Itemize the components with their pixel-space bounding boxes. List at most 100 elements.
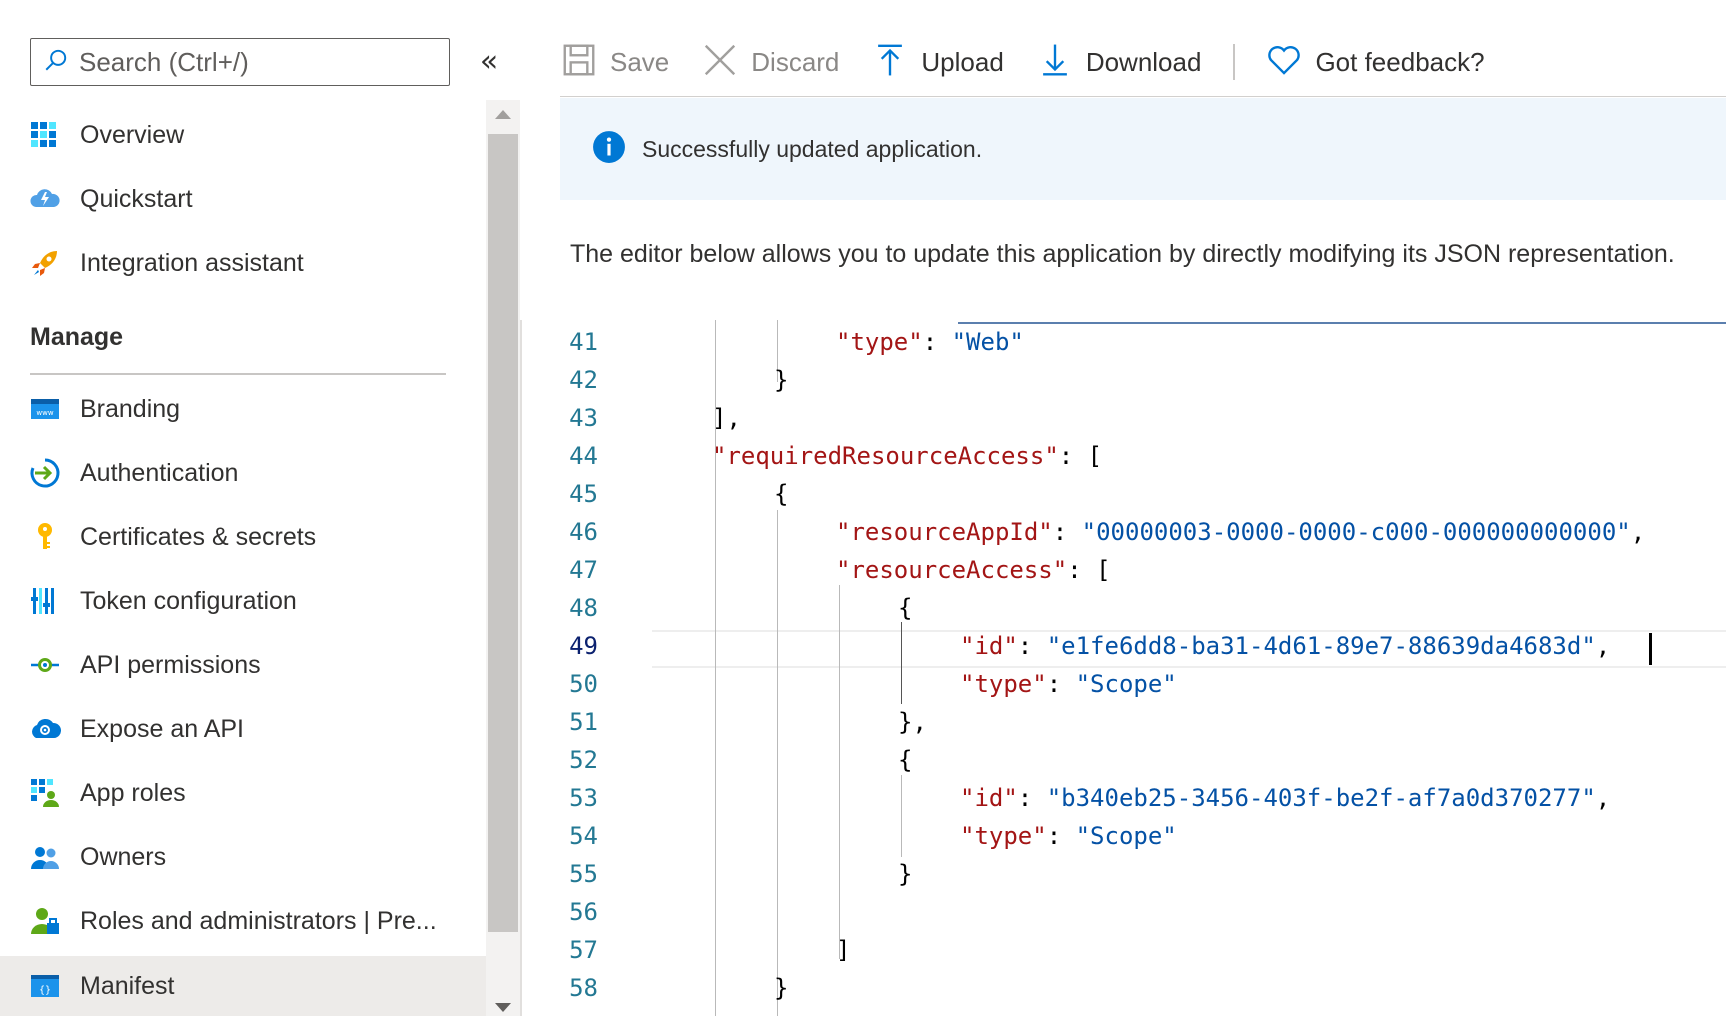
manifest-json-editor[interactable]	[520, 320, 1726, 1016]
discard-button[interactable]: Discard	[701, 41, 839, 84]
sidebar-item-label: Authentication	[80, 458, 239, 487]
feedback-button[interactable]: Got feedback?	[1265, 41, 1485, 84]
sidebar-item-api-permissions[interactable]: API permissions	[0, 636, 486, 694]
search-box[interactable]	[30, 38, 450, 86]
toolbar-divider	[560, 96, 1726, 97]
sidebar-item-label: Integration assistant	[80, 248, 304, 277]
code-line: ]	[836, 936, 851, 964]
json-key: "type"	[960, 822, 1047, 850]
manifest-braces-icon: {}	[28, 969, 62, 1003]
sidebar-item-expose-api[interactable]: Expose an API	[0, 700, 486, 758]
sidebar-scrollbar[interactable]	[486, 100, 520, 1016]
code-line: {	[898, 594, 913, 622]
upload-label: Upload	[921, 46, 1004, 77]
sidebar-item-token-configuration[interactable]: Token configuration	[0, 572, 486, 630]
code-line: {	[898, 746, 913, 774]
json-key: "resourceAccess"	[836, 556, 1068, 584]
line-number: 46	[569, 518, 598, 546]
branding-www-icon: www	[28, 392, 62, 426]
line-number: 44	[569, 442, 598, 470]
line-number: 57	[569, 936, 598, 964]
line-number: 43	[569, 404, 598, 432]
quickstart-cloud-icon	[28, 182, 62, 216]
code-line: }	[774, 366, 789, 394]
svg-text:www: www	[36, 409, 53, 417]
json-string: "e1fe6dd8-ba31-4d61-89e7-88639da4683d"	[1046, 632, 1596, 660]
save-button[interactable]: Save	[560, 41, 669, 84]
upload-icon	[871, 41, 909, 84]
sidebar-item-label: Manifest	[80, 971, 175, 1000]
json-string: "Scope"	[1075, 822, 1177, 850]
sidebar-item-label: Overview	[80, 120, 185, 149]
search-input[interactable]	[79, 46, 439, 78]
sidebar-item-quickstart[interactable]: Quickstart	[0, 170, 486, 228]
sidebar-item-certificates-secrets[interactable]: Certificates & secrets	[0, 508, 486, 566]
svg-text:{}: {}	[39, 985, 51, 996]
sidebar-item-owners[interactable]: Owners	[0, 828, 486, 886]
roles-admin-icon	[28, 904, 62, 938]
json-key: "resourceAppId"	[836, 518, 1053, 546]
code-line: "resourceAccess": [	[836, 556, 1111, 584]
sidebar-item-integration-assistant[interactable]: Integration assistant	[0, 234, 486, 292]
editor-description: The editor below allows you to update th…	[570, 240, 1675, 268]
code-line: "type": "Web"	[836, 328, 1024, 356]
code-line: }	[898, 860, 913, 888]
expose-api-cloud-icon	[28, 712, 62, 746]
command-bar: Save Discard Upload Download Got feedbac…	[560, 30, 1517, 94]
upload-button[interactable]: Upload	[871, 41, 1004, 84]
indent-guide	[901, 775, 902, 857]
json-string: "Scope"	[1075, 670, 1177, 698]
notification-message: Successfully updated application.	[642, 135, 983, 162]
json-key: "type"	[960, 670, 1047, 698]
editor-focus-line	[958, 322, 1726, 324]
sidebar-item-label: Token configuration	[80, 586, 297, 615]
line-number: 42	[569, 366, 598, 394]
info-icon	[592, 130, 626, 169]
discard-label: Discard	[751, 46, 840, 77]
authentication-arrow-icon	[28, 456, 62, 490]
json-key: "requiredResourceAccess"	[712, 442, 1059, 470]
code-line: "type": "Scope"	[960, 822, 1177, 850]
line-number: 48	[569, 594, 598, 622]
download-button[interactable]: Download	[1036, 41, 1201, 84]
text-cursor	[1649, 633, 1652, 665]
code-line: {	[774, 480, 789, 508]
sidebar-item-branding[interactable]: www Branding	[0, 380, 486, 438]
line-number: 41	[569, 328, 598, 356]
collapse-sidebar-button[interactable]: «	[474, 44, 504, 80]
code-line: "id": "b340eb25-3456-403f-be2f-af7a0d370…	[960, 784, 1611, 812]
indent-guide	[839, 585, 840, 959]
api-permissions-icon	[28, 648, 62, 682]
line-number: 47	[569, 556, 598, 584]
success-notification: Successfully updated application.	[560, 98, 1726, 200]
scrollbar-thumb[interactable]	[488, 134, 518, 932]
sidebar-item-manifest[interactable]: {} Manifest	[0, 956, 486, 1016]
line-number: 52	[569, 746, 598, 774]
scroll-up-arrow-icon[interactable]	[495, 110, 511, 119]
code-line-current: "id": "e1fe6dd8-ba31-4d61-89e7-88639da46…	[960, 632, 1611, 660]
sidebar-item-label: Branding	[80, 394, 181, 423]
search-icon	[43, 47, 69, 78]
sidebar-item-label: Certificates & secrets	[80, 522, 317, 551]
scroll-down-arrow-icon[interactable]	[495, 1003, 511, 1012]
sidebar-item-authentication[interactable]: Authentication	[0, 444, 486, 502]
sidebar-item-app-roles[interactable]: App roles	[0, 764, 486, 822]
save-label: Save	[610, 46, 670, 77]
feedback-label: Got feedback?	[1315, 46, 1485, 77]
key-icon	[28, 520, 62, 554]
rocket-icon	[28, 246, 62, 280]
line-number: 54	[569, 822, 598, 850]
indent-guide	[777, 510, 778, 1016]
sidebar-item-roles-administrators[interactable]: Roles and administrators | Pre...	[0, 892, 486, 950]
json-string: "00000003-0000-0000-c000-000000000000"	[1081, 518, 1631, 546]
code-line: "resourceAppId": "00000003-0000-0000-c00…	[836, 518, 1646, 546]
sidebar-item-label: App roles	[80, 778, 186, 807]
sidebar-item-overview[interactable]: Overview	[0, 106, 486, 164]
sidebar-item-label: Expose an API	[80, 714, 245, 743]
json-key: "id"	[960, 632, 1018, 660]
line-number: 45	[569, 480, 598, 508]
app-roles-icon	[28, 776, 62, 810]
line-number: 55	[569, 860, 598, 888]
sidebar-item-label: Roles and administrators | Pre...	[80, 906, 437, 935]
close-icon	[701, 41, 739, 84]
